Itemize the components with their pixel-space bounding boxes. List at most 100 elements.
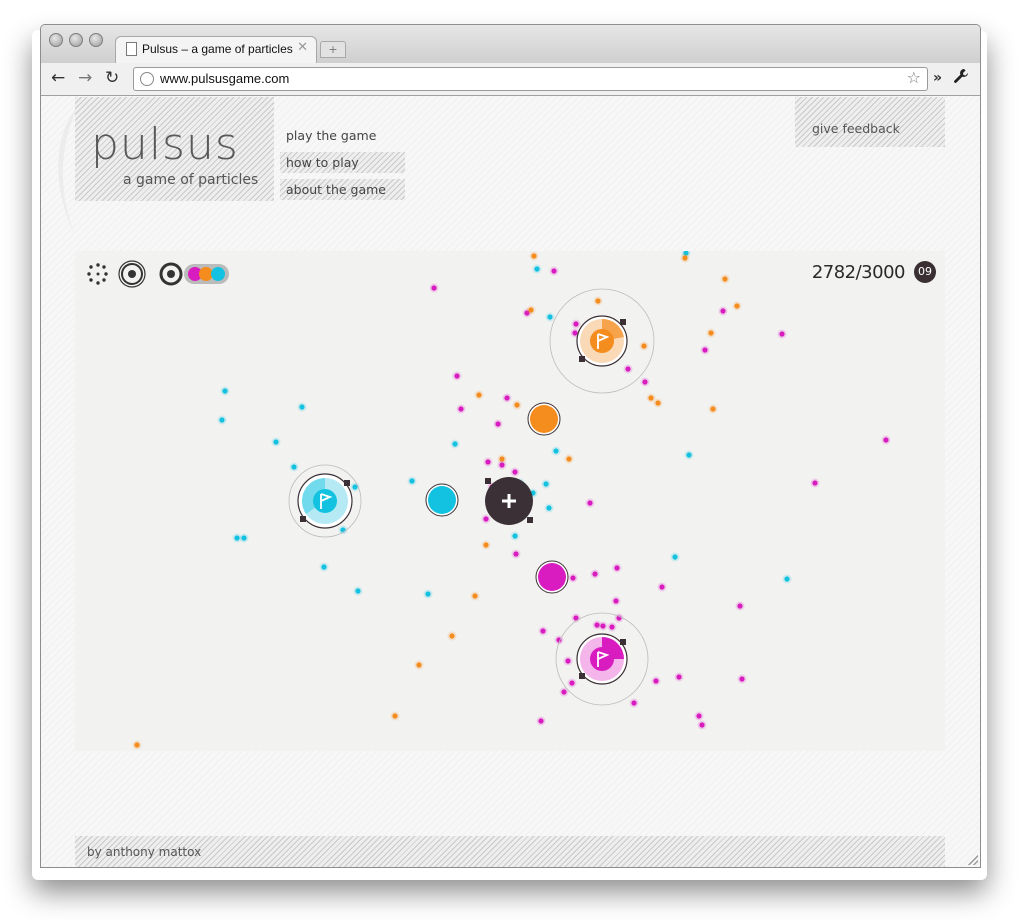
site-logo[interactable]: pulsus a game of particles [75, 97, 274, 201]
particle [609, 624, 615, 630]
new-tab-button[interactable]: + [320, 41, 346, 58]
particle [739, 676, 745, 682]
game-canvas[interactable]: 2782/3000 09 [75, 251, 945, 751]
minimize-window-button[interactable] [69, 33, 83, 47]
level-badge: 09 [914, 261, 936, 283]
particle [642, 379, 648, 385]
particle [672, 554, 678, 560]
particle [546, 505, 552, 511]
web-page: pulsus a game of particles play the game… [41, 96, 980, 867]
particle [551, 268, 557, 274]
title-bar: Pulsus – a game of particles ✕ + [41, 25, 980, 64]
particle [352, 484, 358, 490]
particle [355, 588, 361, 594]
pulse-icon[interactable] [118, 260, 146, 288]
nav-how-to-play[interactable]: how to play [280, 152, 405, 173]
game-field[interactable] [75, 251, 945, 751]
flag-icon [313, 489, 337, 513]
particle [566, 456, 572, 462]
give-feedback-button[interactable]: give feedback [795, 97, 945, 147]
orange-flag-base[interactable] [549, 288, 655, 394]
particle [431, 285, 437, 291]
particle [528, 307, 534, 313]
logo-name: pulsus [91, 119, 239, 170]
particle [696, 713, 702, 719]
player-core[interactable] [485, 477, 533, 525]
particle [425, 591, 431, 597]
flag-icon [590, 329, 614, 353]
back-arrow-icon[interactable]: ← [51, 68, 65, 88]
resize-handle[interactable] [968, 855, 978, 865]
particle [682, 255, 688, 261]
nav-label: how to play [286, 155, 359, 170]
particle [587, 500, 593, 506]
browser-toolbar: ← → ↻ www.pulsusgame.com ☆ » [41, 63, 980, 96]
particle [222, 388, 228, 394]
browser-window: Pulsus – a game of particles ✕ + ← → ↻ w… [40, 24, 981, 868]
particle [722, 276, 728, 282]
particle [710, 406, 716, 412]
zoom-window-button[interactable] [89, 33, 103, 47]
particle [483, 542, 489, 548]
particle [569, 680, 575, 686]
particle [565, 658, 571, 664]
wrench-icon[interactable] [953, 68, 969, 88]
tab-close-icon[interactable]: ✕ [297, 40, 308, 55]
particle [416, 662, 422, 668]
cyan-node[interactable] [425, 483, 459, 517]
particle [540, 628, 546, 634]
globe-icon [140, 72, 154, 86]
url-text[interactable]: www.pulsusgame.com [160, 71, 289, 86]
reload-icon[interactable]: ↻ [105, 68, 119, 88]
particle [458, 406, 464, 412]
particle [299, 404, 305, 410]
particle [234, 535, 240, 541]
particle [472, 593, 478, 599]
particle [504, 395, 510, 401]
particle [241, 535, 247, 541]
particle [659, 584, 665, 590]
overflow-chevron-icon[interactable]: » [933, 70, 942, 86]
cyan-flag-base[interactable] [288, 464, 362, 538]
close-window-button[interactable] [49, 33, 63, 47]
nav-label: about the game [286, 182, 386, 197]
score-counter: 2782/3000 [811, 262, 906, 283]
magenta-node[interactable] [535, 560, 569, 594]
particle [686, 452, 692, 458]
browser-tab[interactable]: Pulsus – a game of particles ✕ [115, 36, 317, 64]
particle [614, 565, 620, 571]
particle [553, 448, 559, 454]
particle [737, 603, 743, 609]
particle [734, 303, 740, 309]
particle [595, 298, 601, 304]
target-icon[interactable] [159, 262, 183, 286]
particle [779, 331, 785, 337]
particle [449, 633, 455, 639]
particle [512, 469, 518, 475]
address-bar[interactable]: www.pulsusgame.com ☆ [133, 67, 928, 91]
particle [613, 598, 619, 604]
particle [592, 571, 598, 577]
particle [392, 713, 398, 719]
particle [655, 400, 661, 406]
nav-about-the-game[interactable]: about the game [280, 179, 405, 200]
particle [648, 395, 654, 401]
nav-play-the-game[interactable]: play the game [280, 125, 405, 146]
particle [812, 480, 818, 486]
particle [499, 462, 505, 468]
particle [485, 459, 491, 465]
flag-icon [590, 647, 614, 671]
particle [514, 402, 520, 408]
particle [653, 678, 659, 684]
tab-title: Pulsus – a game of particles [142, 42, 293, 56]
bookmark-star-icon[interactable]: ☆ [907, 68, 921, 87]
particles-icon[interactable] [87, 263, 108, 285]
footer-bar: by anthony mattox [75, 836, 945, 867]
orange-node[interactable] [527, 402, 561, 436]
particle [273, 439, 279, 445]
particle [631, 700, 637, 706]
particle [495, 421, 501, 427]
particle [512, 533, 518, 539]
author-credit[interactable]: by anthony mattox [87, 845, 201, 859]
forward-arrow-icon[interactable]: → [78, 68, 92, 88]
